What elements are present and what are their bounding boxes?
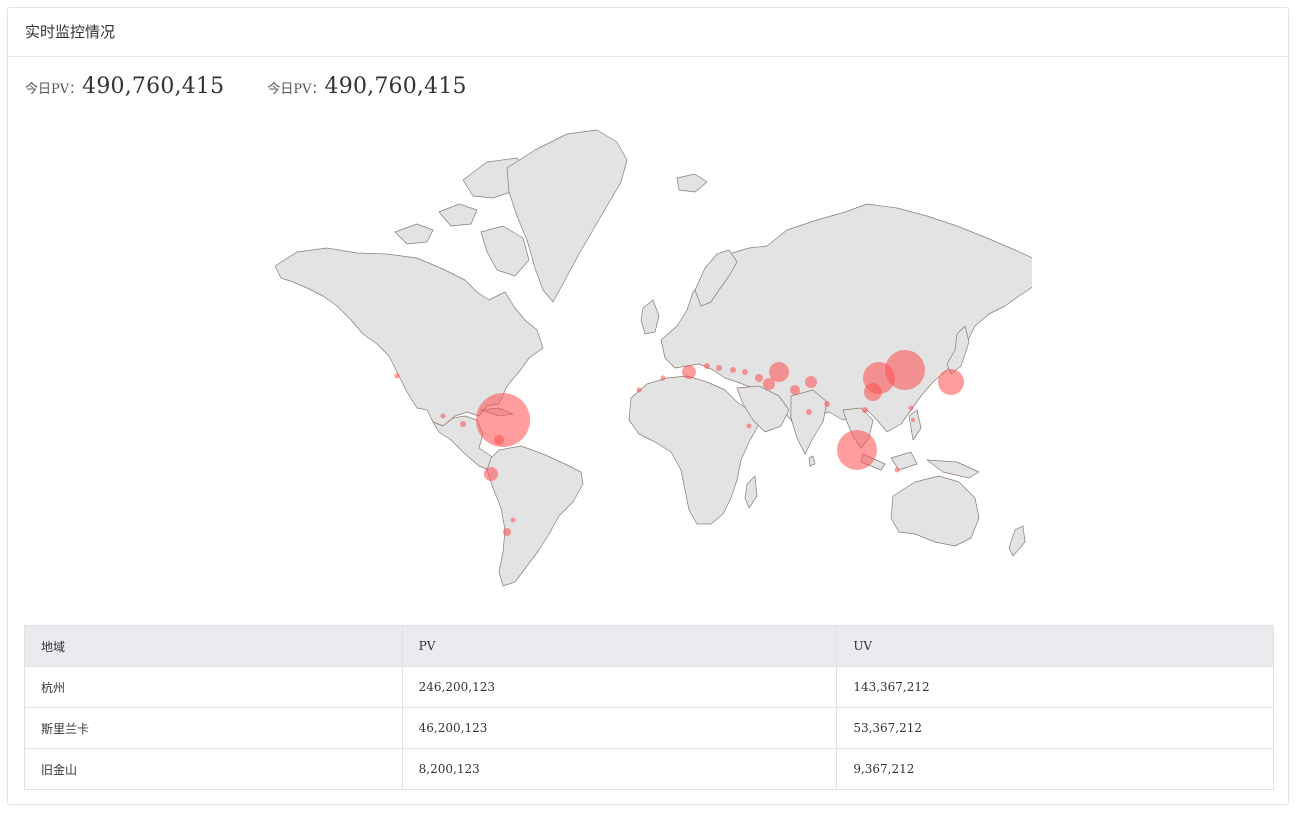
cell-region: 斯里兰卡 xyxy=(24,707,403,749)
land-baffin xyxy=(480,225,530,277)
bubble[interactable] xyxy=(837,430,877,470)
bubble[interactable] xyxy=(704,363,710,369)
table-row: 杭州 246,200,123 143,367,212 xyxy=(24,666,1274,708)
bubble[interactable] xyxy=(494,435,504,445)
land-arctic-islands xyxy=(394,223,434,245)
header-uv: UV xyxy=(836,625,1274,667)
stats-row: 今日PV：490,760,415 今日PV：490,760,415 xyxy=(25,74,505,104)
bubble[interactable] xyxy=(911,418,915,422)
cell-pv: 246,200,123 xyxy=(401,666,838,708)
bubble[interactable] xyxy=(755,374,763,382)
stat-label: 今日PV： xyxy=(267,82,325,97)
cell-pv: 8,200,123 xyxy=(401,748,838,790)
bubble[interactable] xyxy=(824,401,830,407)
land-sri-lanka xyxy=(808,455,816,467)
bubble[interactable] xyxy=(806,409,812,415)
bubble[interactable] xyxy=(746,423,752,429)
land-south-america xyxy=(486,445,584,587)
bubble[interactable] xyxy=(742,369,748,375)
cell-uv: 53,367,212 xyxy=(836,707,1274,749)
stat-label: 今日PV： xyxy=(25,82,83,97)
land-new-zealand xyxy=(1008,525,1026,557)
cell-uv: 143,367,212 xyxy=(836,666,1274,708)
bubble[interactable] xyxy=(864,383,882,401)
land-iceland xyxy=(676,173,708,193)
header-pv: PV xyxy=(401,625,838,667)
land-indonesia-3 xyxy=(926,459,980,479)
table-row: 旧金山 8,200,123 9,367,212 xyxy=(24,748,1274,790)
land-uk xyxy=(640,299,660,335)
bubble[interactable] xyxy=(716,365,722,371)
bubble[interactable] xyxy=(908,405,914,411)
stat-value: 490,760,415 xyxy=(324,74,467,99)
bubble[interactable] xyxy=(763,378,775,390)
world-map-svg[interactable] xyxy=(267,120,1032,590)
panel-title: 实时监控情况 xyxy=(8,8,1288,57)
header-region: 地域 xyxy=(24,625,403,667)
land-africa xyxy=(628,375,760,525)
bubble[interactable] xyxy=(730,367,736,373)
land-greenland xyxy=(506,129,628,303)
stat-pv-2: 今日PV：490,760,415 xyxy=(267,74,466,99)
land-philippines xyxy=(908,409,922,441)
region-stats-table: 地域 PV UV 杭州 246,200,123 143,367,212 斯里兰卡… xyxy=(24,625,1274,790)
bubble[interactable] xyxy=(510,517,516,523)
bubble[interactable] xyxy=(894,467,900,473)
stat-pv-1: 今日PV：490,760,415 xyxy=(25,74,224,99)
bubble[interactable] xyxy=(805,376,817,388)
bubble[interactable] xyxy=(790,385,800,395)
land-arctic-islands-2 xyxy=(438,203,478,227)
table-header-row: 地域 PV UV xyxy=(24,625,1274,667)
land-madagascar xyxy=(744,475,758,509)
bubble[interactable] xyxy=(862,407,868,413)
cell-uv: 9,367,212 xyxy=(836,748,1274,790)
bubble[interactable] xyxy=(938,369,964,395)
land-indonesia-2 xyxy=(890,451,918,471)
bubble[interactable] xyxy=(440,413,446,419)
stat-value: 490,760,415 xyxy=(82,74,225,99)
bubble[interactable] xyxy=(503,528,511,536)
land-australia xyxy=(890,475,980,547)
bubble[interactable] xyxy=(682,365,696,379)
world-map[interactable] xyxy=(267,120,1032,590)
bubble[interactable] xyxy=(660,375,666,381)
cell-pv: 46,200,123 xyxy=(401,707,838,749)
table-row: 斯里兰卡 46,200,123 53,367,212 xyxy=(24,707,1274,749)
cell-region: 旧金山 xyxy=(24,748,403,790)
bubble[interactable] xyxy=(394,373,400,379)
cell-region: 杭州 xyxy=(24,666,403,708)
bubble[interactable] xyxy=(636,387,642,393)
bubble[interactable] xyxy=(484,467,498,481)
realtime-monitor-panel: 实时监控情况 今日PV：490,760,415 今日PV：490,760,415 xyxy=(7,7,1289,805)
bubble[interactable] xyxy=(460,421,466,427)
land-india xyxy=(790,389,828,455)
